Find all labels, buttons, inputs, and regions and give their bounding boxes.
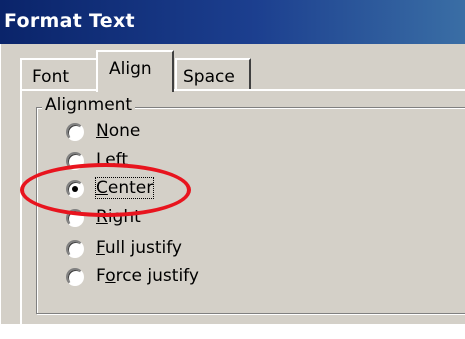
- window-border: [0, 44, 3, 324]
- tab-align[interactable]: Align: [96, 50, 174, 92]
- tab-space-label: Space: [183, 67, 235, 87]
- radio-label-force-justify[interactable]: Force justify: [96, 266, 199, 286]
- tab-align-label: Align: [109, 59, 152, 79]
- tab-font-label: Font: [32, 67, 70, 87]
- radio-button-none[interactable]: [66, 123, 84, 141]
- highlight-ellipse-annotation: [20, 163, 191, 217]
- title-bar[interactable]: Format Text: [0, 0, 465, 44]
- radio-label-none[interactable]: None: [96, 121, 140, 141]
- format-text-dialog: Format Text Font Space Align Alignment N…: [0, 0, 465, 339]
- window-title: Format Text: [4, 10, 135, 32]
- tab-space[interactable]: Space: [175, 58, 251, 90]
- radio-button-force-justify[interactable]: [66, 268, 84, 286]
- alignment-group-label: Alignment: [42, 95, 136, 115]
- radio-label-full-justify[interactable]: Full justify: [96, 238, 182, 258]
- radio-button-full-justify[interactable]: [66, 240, 84, 258]
- tab-font[interactable]: Font: [20, 58, 100, 90]
